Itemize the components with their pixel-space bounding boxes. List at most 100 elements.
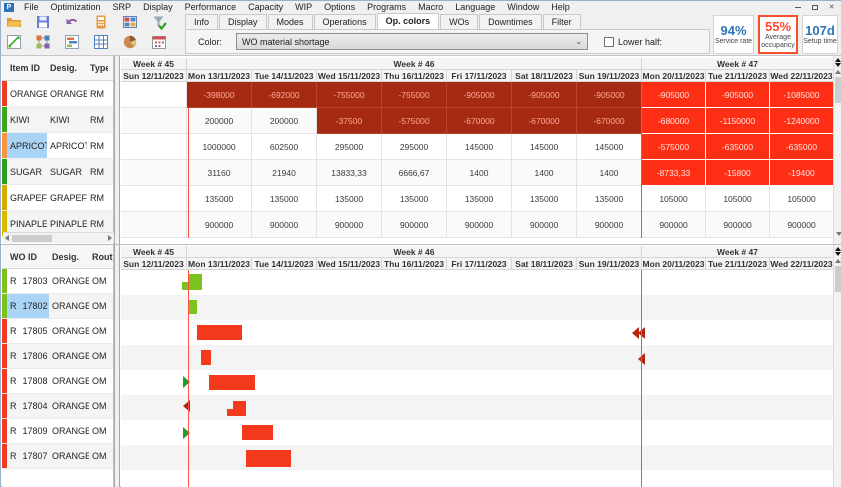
toolbar-button-gantt[interactable] bbox=[62, 35, 82, 53]
day-header-cell[interactable]: Fri 17/11/2023 bbox=[447, 258, 512, 270]
table-row[interactable]: R17805ORANGE MOM bbox=[2, 319, 113, 344]
stock-cell[interactable]: -905000 bbox=[447, 82, 512, 108]
stock-cell[interactable]: -1240000 bbox=[770, 108, 833, 134]
menu-item-macro[interactable]: Macro bbox=[412, 1, 449, 13]
stock-cell[interactable] bbox=[121, 134, 187, 160]
gantt-bar[interactable] bbox=[227, 409, 246, 416]
day-header-cell[interactable]: Sat 18/11/2023 bbox=[512, 258, 577, 270]
stock-cell[interactable]: 602500 bbox=[252, 134, 317, 160]
item-type-cell[interactable]: RM bbox=[87, 133, 108, 158]
item-id-cell[interactable]: ORANGE bbox=[7, 81, 47, 106]
gantt-bar[interactable] bbox=[209, 375, 255, 390]
table-row[interactable]: R17807ORANGE MOM bbox=[2, 444, 113, 469]
stock-cell[interactable]: -755000 bbox=[382, 82, 447, 108]
item-type-cell[interactable]: RM bbox=[87, 107, 108, 132]
stock-cell[interactable]: -905000 bbox=[706, 82, 770, 108]
item-desig-cell[interactable]: SUGAR bbox=[47, 159, 87, 184]
day-header-cell[interactable]: Fri 17/11/2023 bbox=[447, 70, 512, 82]
stock-cell[interactable]: 900000 bbox=[252, 212, 317, 238]
stock-cell[interactable]: 900000 bbox=[512, 212, 577, 238]
stock-cell[interactable]: 135000 bbox=[512, 186, 577, 212]
wo-routing-cell[interactable]: OM bbox=[89, 319, 113, 343]
wo-id-cell[interactable]: R17808 bbox=[7, 369, 49, 393]
stock-cell[interactable]: -680000 bbox=[642, 108, 706, 134]
gantt-bar[interactable] bbox=[197, 325, 242, 340]
stock-cell[interactable]: -15800 bbox=[706, 160, 770, 186]
day-header-cell[interactable]: Sun 19/11/2023 bbox=[577, 258, 642, 270]
day-header-cell[interactable]: Mon 20/11/2023 bbox=[642, 70, 706, 82]
wo-id-cell[interactable]: R17804 bbox=[7, 394, 49, 418]
wo-routing-cell[interactable]: OM bbox=[89, 369, 113, 393]
toolbar-button-undo[interactable] bbox=[62, 15, 82, 33]
stock-cell[interactable]: -670000 bbox=[447, 108, 512, 134]
day-header-cell[interactable]: Mon 13/11/2023 bbox=[187, 70, 252, 82]
wo-desig-cell[interactable]: ORANGE M bbox=[49, 369, 89, 393]
day-header-cell[interactable]: Mon 13/11/2023 bbox=[187, 258, 252, 270]
table-row[interactable]: R17809ORANGE MOM bbox=[2, 419, 113, 444]
stock-cell[interactable] bbox=[121, 82, 187, 108]
stock-cell[interactable]: 145000 bbox=[447, 134, 512, 160]
stock-cell[interactable]: -905000 bbox=[512, 82, 577, 108]
kpi-service-rate[interactable]: 94% Service rate bbox=[713, 15, 754, 54]
gantt-bar[interactable] bbox=[189, 274, 202, 290]
day-header-cell[interactable]: Tue 21/11/2023 bbox=[706, 258, 770, 270]
menu-item-language[interactable]: Language bbox=[449, 1, 501, 13]
table-row[interactable]: GRAPEFRUGRAPEFRURM bbox=[2, 185, 113, 211]
day-header-cell[interactable]: Sat 18/11/2023 bbox=[512, 70, 577, 82]
toolbar-button-planning-board[interactable] bbox=[120, 15, 140, 33]
maximize-icon[interactable] bbox=[810, 3, 819, 11]
minimize-icon[interactable] bbox=[793, 3, 802, 11]
stock-cell[interactable]: -670000 bbox=[512, 108, 577, 134]
lower-half-checkbox[interactable] bbox=[604, 37, 614, 47]
wo-id-cell[interactable]: R17802 bbox=[7, 294, 49, 318]
stock-cell[interactable]: -37500 bbox=[317, 108, 382, 134]
item-type-cell[interactable]: RM bbox=[87, 185, 108, 210]
stock-cell[interactable]: 900000 bbox=[317, 212, 382, 238]
stock-cell[interactable] bbox=[121, 160, 187, 186]
toolbar-button-trend-chart[interactable] bbox=[4, 35, 24, 53]
wo-desig-cell[interactable]: ORANGE M bbox=[49, 419, 89, 443]
menu-item-window[interactable]: Window bbox=[501, 1, 545, 13]
day-header-cell[interactable]: Tue 14/11/2023 bbox=[252, 70, 317, 82]
stock-cell[interactable]: 135000 bbox=[382, 186, 447, 212]
wo-id-cell[interactable]: R17806 bbox=[7, 344, 49, 368]
kpi-setup-time[interactable]: 107d Setup time bbox=[802, 15, 838, 54]
stock-cell[interactable]: 295000 bbox=[382, 134, 447, 160]
color-select[interactable]: WO material shortage ⌄ bbox=[236, 33, 588, 50]
day-header-cell[interactable]: Sun 12/11/2023 bbox=[121, 258, 187, 270]
item-id-cell[interactable]: GRAPEFRU bbox=[7, 185, 47, 210]
stock-cell[interactable]: 6666,67 bbox=[382, 160, 447, 186]
item-id-cell[interactable]: KIWI bbox=[7, 107, 47, 132]
table-row[interactable]: R17803ORANGE MOM bbox=[2, 269, 113, 294]
stock-cell[interactable]: 135000 bbox=[252, 186, 317, 212]
stock-cell[interactable]: -575000 bbox=[382, 108, 447, 134]
stock-cell[interactable] bbox=[121, 212, 187, 238]
wo-routing-cell[interactable]: OM bbox=[89, 269, 113, 293]
item-type-cell[interactable]: RM bbox=[87, 159, 108, 184]
stock-cell[interactable]: -905000 bbox=[642, 82, 706, 108]
stock-cell[interactable]: -635000 bbox=[770, 134, 833, 160]
item-type-cell[interactable]: RM bbox=[87, 81, 108, 106]
stock-cell[interactable]: -398000 bbox=[187, 82, 252, 108]
scroll-thumb[interactable] bbox=[835, 77, 841, 103]
close-icon[interactable]: ✕ bbox=[827, 3, 836, 11]
tab-modes[interactable]: Modes bbox=[268, 14, 313, 30]
wo-id-cell[interactable]: R17805 bbox=[7, 319, 49, 343]
toolbar-button-network[interactable] bbox=[33, 35, 53, 53]
stock-cell[interactable]: 295000 bbox=[317, 134, 382, 160]
stock-cell[interactable]: -905000 bbox=[577, 82, 642, 108]
stock-cell[interactable]: 31160 bbox=[187, 160, 252, 186]
item-desig-cell[interactable]: APRICOT bbox=[47, 133, 87, 158]
menu-item-file[interactable]: File bbox=[18, 1, 45, 13]
table-row[interactable]: R17802ORANGE MOM bbox=[2, 294, 113, 319]
stock-cell[interactable]: 105000 bbox=[642, 186, 706, 212]
stock-cell[interactable]: 900000 bbox=[577, 212, 642, 238]
stock-cell[interactable]: 1400 bbox=[577, 160, 642, 186]
stock-cell[interactable]: 135000 bbox=[187, 186, 252, 212]
stock-cell[interactable]: -1085000 bbox=[770, 82, 833, 108]
table-row[interactable]: APRICOTAPRICOTRM bbox=[2, 133, 113, 159]
stock-cell[interactable]: 900000 bbox=[447, 212, 512, 238]
wo-desig-cell[interactable]: ORANGE M bbox=[49, 394, 89, 418]
stock-cell[interactable]: 145000 bbox=[512, 134, 577, 160]
horizontal-scrollbar[interactable] bbox=[3, 232, 114, 243]
